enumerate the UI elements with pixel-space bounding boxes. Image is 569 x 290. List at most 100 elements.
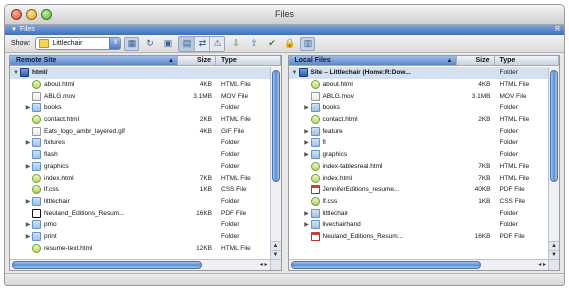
disclosure-collapsed-icon[interactable]: ▶ (24, 163, 32, 170)
file-row[interactable]: ▼ Site – Littlechair (Home:R:Dow... Folder (288, 67, 548, 79)
disclosure-down-icon[interactable]: ▼ (11, 25, 17, 35)
local-horizontal-scroll-thumb[interactable] (290, 261, 481, 269)
expand-collapse-button[interactable]: ▥ (300, 36, 316, 51)
scroll-up-icon[interactable]: ▲ (270, 241, 281, 250)
file-row[interactable]: ▶ fixtures Folder (10, 137, 270, 149)
disclosure-collapsed-icon[interactable]: ▶ (303, 210, 311, 217)
file-name: Neuland_Editions_Resum... (322, 232, 404, 240)
file-row[interactable]: ▶ livechairhand Folder (289, 219, 549, 231)
disclosure-collapsed-icon[interactable]: ▶ (303, 128, 311, 135)
disclosure-expanded-icon[interactable]: ▼ (12, 70, 20, 76)
refresh-button[interactable]: ↻ (142, 37, 157, 51)
panel-options-marker[interactable]: R (555, 25, 560, 35)
remote-vertical-scroll-thumb[interactable] (271, 70, 280, 182)
disclosure-collapsed-icon[interactable]: ▶ (24, 221, 32, 228)
file-name: ABLG.mov (322, 92, 354, 100)
local-column-headers: Local Files ▲ Size Type (288, 56, 559, 66)
disclosure-collapsed-icon[interactable]: ▶ (24, 139, 32, 146)
disclosure-collapsed-icon[interactable]: ▶ (24, 198, 32, 205)
remote-vertical-scrollbar[interactable]: ▲ ▼ (269, 67, 281, 259)
remote-size-header[interactable]: Size (178, 56, 216, 65)
local-vertical-scroll-thumb[interactable] (550, 70, 558, 182)
scroll-down-icon[interactable]: ▼ (549, 250, 559, 259)
html-file-icon (32, 243, 41, 253)
local-horizontal-scrollbar[interactable]: ◂ ▸ (288, 259, 548, 270)
file-row[interactable]: ▼ html/ (10, 67, 270, 79)
disclosure-collapsed-icon[interactable]: ▶ (24, 104, 32, 111)
local-size-header[interactable]: Size (457, 56, 495, 65)
file-name-cell: JenniferEditions_resume... (289, 185, 457, 195)
scroll-up-icon[interactable]: ▲ (549, 241, 559, 250)
file-row[interactable]: ABLG.mov 3.1MB MOV File (289, 90, 549, 102)
file-name: pmo (44, 221, 57, 229)
scroll-left-right-icon[interactable]: ◂ ▸ (538, 261, 546, 268)
folder-file-icon (310, 220, 320, 230)
file-row[interactable]: ▶ books Folder (289, 102, 549, 114)
site-select[interactable]: Littlechair ⇕ (35, 37, 122, 50)
local-name-header-label: Local Files (294, 57, 331, 64)
disclosure-collapsed-icon[interactable]: ▶ (24, 233, 32, 240)
remote-horizontal-scroll-thumb[interactable] (12, 261, 202, 269)
file-row[interactable]: lf.css 1KB CSS File (289, 196, 549, 208)
file-name: livechairhand (322, 221, 361, 229)
disclosure-collapsed-icon[interactable]: ▶ (303, 139, 311, 146)
testing-view-button[interactable]: ⚠ (209, 36, 224, 51)
remote-horizontal-scrollbar[interactable]: ◂ ▸ (10, 259, 270, 270)
panel-header[interactable]: ▼ Files R (5, 25, 564, 35)
check-out-button[interactable]: ✔ (264, 37, 279, 51)
check-in-button[interactable]: 🔒 (282, 37, 297, 51)
file-row[interactable]: ▶ print Folder (10, 231, 270, 243)
disclosure-collapsed-icon[interactable]: ▶ (303, 104, 311, 111)
local-name-header[interactable]: Local Files ▲ (288, 56, 457, 65)
file-row[interactable]: ▶ feature Folder (289, 125, 549, 137)
file-row[interactable]: flash Folder (10, 149, 270, 161)
disclosure-expanded-icon[interactable]: ▼ (291, 70, 299, 76)
file-row[interactable]: index-tablesreal.html 7KB HTML File (289, 161, 549, 173)
file-name: index.html (44, 174, 74, 182)
get-button[interactable]: ⇩ (228, 37, 243, 51)
disclosure-collapsed-icon[interactable]: ▶ (303, 221, 311, 228)
remote-view-button[interactable]: ⇄ (194, 36, 209, 51)
scroll-down-icon[interactable]: ▼ (270, 250, 281, 259)
remote-type-header[interactable]: Type (216, 56, 281, 65)
file-type: MOV File (499, 92, 527, 100)
title-bar[interactable]: Files (5, 5, 564, 25)
file-row[interactable]: ▶ graphics Folder (10, 161, 270, 173)
file-row[interactable]: ▶ littlechair Folder (289, 207, 549, 219)
file-row[interactable]: index.html 7KB HTML File (289, 172, 549, 184)
file-row[interactable]: ▶ books Folder (10, 102, 270, 114)
file-row[interactable]: resume-text.html 12KB HTML File (10, 242, 270, 254)
put-button[interactable]: ⇧ (246, 37, 261, 51)
file-activity-button[interactable]: ▣ (160, 37, 175, 51)
file-row[interactable]: ▶ littlechair Folder (10, 196, 270, 208)
file-type: HTML File (499, 174, 530, 182)
remote-name-header[interactable]: Remote Site ▲ (10, 56, 178, 65)
file-row[interactable]: about.html 4KB HTML File (10, 79, 270, 91)
local-vertical-scrollbar[interactable]: ▲ ▼ (548, 67, 559, 259)
file-row[interactable]: contact.html 2KB HTML File (10, 114, 270, 126)
file-row[interactable]: ABLG.mov 3.1MB MOV File (10, 90, 270, 102)
file-row[interactable]: Neuland_Editions_Resum... 16KB PDF File (10, 207, 270, 219)
file-row[interactable]: Neuland_Editions_Resum... 16KB PDF File (289, 231, 549, 243)
file-row[interactable]: ▶ fl Folder (289, 137, 549, 149)
file-row[interactable]: ▶ pmo Folder (10, 219, 270, 231)
site-map-button[interactable]: ▦ (124, 36, 140, 51)
file-row[interactable]: JenniferEditions_resume... 40KB PDF File (289, 184, 549, 196)
local-type-header[interactable]: Type (495, 56, 559, 65)
file-name-cell: about.html (289, 80, 457, 90)
local-files-pane: Local Files ▲ Size Type ▼ Site – Littlecha… (287, 55, 560, 271)
file-row[interactable]: contact.html 2KB HTML File (289, 114, 549, 126)
file-row[interactable]: index.html 7KB HTML File (10, 172, 270, 184)
local-view-button[interactable]: ▤ (179, 36, 195, 51)
folder-file-icon (32, 161, 41, 171)
disclosure-collapsed-icon[interactable]: ▶ (303, 151, 311, 158)
file-row[interactable]: Eats_logo_ambr_layered.gif 4KB GIF File (10, 125, 270, 137)
file-row[interactable]: about.html 4KB HTML File (289, 79, 549, 91)
file-row[interactable]: ▶ graphics Folder (289, 149, 549, 161)
file-name-cell: contact.html (289, 115, 457, 125)
file-size: 7KB (478, 174, 491, 182)
html-file-icon (310, 161, 320, 171)
file-row[interactable]: lf.css 1KB CSS File (10, 184, 270, 196)
scroll-left-right-icon[interactable]: ◂ ▸ (260, 261, 268, 268)
file-size: 40KB (474, 186, 491, 194)
